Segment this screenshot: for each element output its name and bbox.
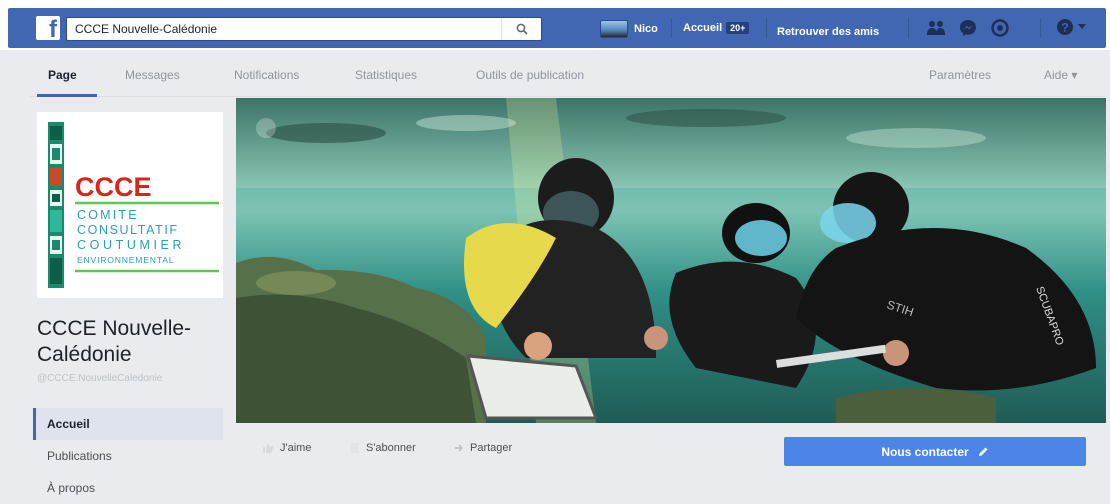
tab-settings[interactable]: Paramètres xyxy=(929,68,991,82)
profile-picture[interactable]: CCCE COMITE CONSULTATIF COUTUMIER ENVIRO… xyxy=(37,112,223,298)
svg-text:?: ? xyxy=(1061,21,1068,35)
tab-notifications[interactable]: Notifications xyxy=(234,68,299,82)
messages-icon[interactable] xyxy=(958,18,978,38)
avatar xyxy=(600,20,628,38)
help-dropdown[interactable]: Aide ▾ xyxy=(1044,68,1077,82)
nav-divider xyxy=(671,18,672,38)
page-title: CCCE Nouvelle- Calédonie xyxy=(37,316,237,368)
tabs-divider xyxy=(30,96,1106,97)
page-tabs: Page Messages Notifications Statistiques… xyxy=(30,56,1106,96)
left-nav-posts[interactable]: Publications xyxy=(33,440,223,472)
search-button[interactable] xyxy=(501,18,541,40)
cover-photo-image: STIH SCUBAPRO xyxy=(236,98,1106,423)
home-label: Accueil xyxy=(683,22,723,34)
tab-statistics[interactable]: Statistiques xyxy=(355,68,417,82)
left-navigation: Accueil Publications À propos xyxy=(33,408,223,504)
tab-page[interactable]: Page xyxy=(48,68,77,82)
nav-divider xyxy=(766,18,767,38)
active-tab-indicator xyxy=(37,94,97,97)
pencil-icon xyxy=(978,447,988,456)
logo-line1: COMITE xyxy=(77,208,139,222)
like-icon xyxy=(263,443,274,453)
find-friends-link[interactable]: Retrouver des amis xyxy=(777,22,879,40)
contact-us-label: Nous contacter xyxy=(881,444,969,459)
like-label: J'aime xyxy=(280,442,312,454)
page-title-line2: Calédonie xyxy=(37,343,132,366)
share-icon xyxy=(455,444,463,452)
follow-icon xyxy=(351,443,359,453)
notification-icons xyxy=(926,18,1010,38)
share-label: Partager xyxy=(470,442,513,454)
search-box[interactable] xyxy=(66,17,542,41)
left-nav-about[interactable]: À propos xyxy=(33,472,223,504)
page-actions: J'aime S'abonner Partager Nous contacter xyxy=(236,432,1106,472)
ccce-logo: CCCE COMITE CONSULTATIF COUTUMIER ENVIRO… xyxy=(48,122,219,288)
tab-publishing-tools[interactable]: Outils de publication xyxy=(476,68,584,82)
friend-requests-icon[interactable] xyxy=(926,18,946,38)
dropdown-arrow-icon xyxy=(1078,24,1086,29)
left-nav-home[interactable]: Accueil xyxy=(33,408,223,440)
cover-photo[interactable]: STIH SCUBAPRO xyxy=(236,98,1106,423)
search-icon xyxy=(516,23,528,35)
like-button[interactable]: J'aime xyxy=(262,442,311,454)
logo-line2: CONSULTATIF xyxy=(77,223,179,237)
facebook-logo-icon[interactable]: f xyxy=(36,16,60,42)
notifications-icon[interactable] xyxy=(990,18,1010,38)
follow-button[interactable]: S'abonner xyxy=(350,442,416,454)
logo-line4: ENVIRONNEMENTAL xyxy=(77,255,174,265)
home-link[interactable]: Accueil 20+ xyxy=(683,22,750,34)
home-badge: 20+ xyxy=(726,22,750,34)
tab-messages[interactable]: Messages xyxy=(125,68,180,82)
share-button[interactable]: Partager xyxy=(454,442,512,454)
nav-divider xyxy=(908,18,909,38)
profile-name: Nico xyxy=(634,23,658,35)
page-username[interactable]: @CCCE.NouvelleCaledonie xyxy=(37,373,162,384)
find-friends-label: Retrouver des amis xyxy=(777,26,880,38)
logo-acronym: CCCE xyxy=(75,172,152,202)
help-menu[interactable]: ? xyxy=(1056,18,1086,36)
contact-us-button[interactable]: Nous contacter xyxy=(784,437,1086,466)
logo-line3: COUTUMIER xyxy=(77,238,185,252)
follow-label: S'abonner xyxy=(366,442,416,454)
profile-link[interactable]: Nico xyxy=(600,20,658,38)
help-icon: ? xyxy=(1057,19,1073,35)
page-title-line1: CCCE Nouvelle- xyxy=(37,317,192,340)
nav-divider xyxy=(1040,18,1041,38)
search-input[interactable] xyxy=(67,18,497,40)
